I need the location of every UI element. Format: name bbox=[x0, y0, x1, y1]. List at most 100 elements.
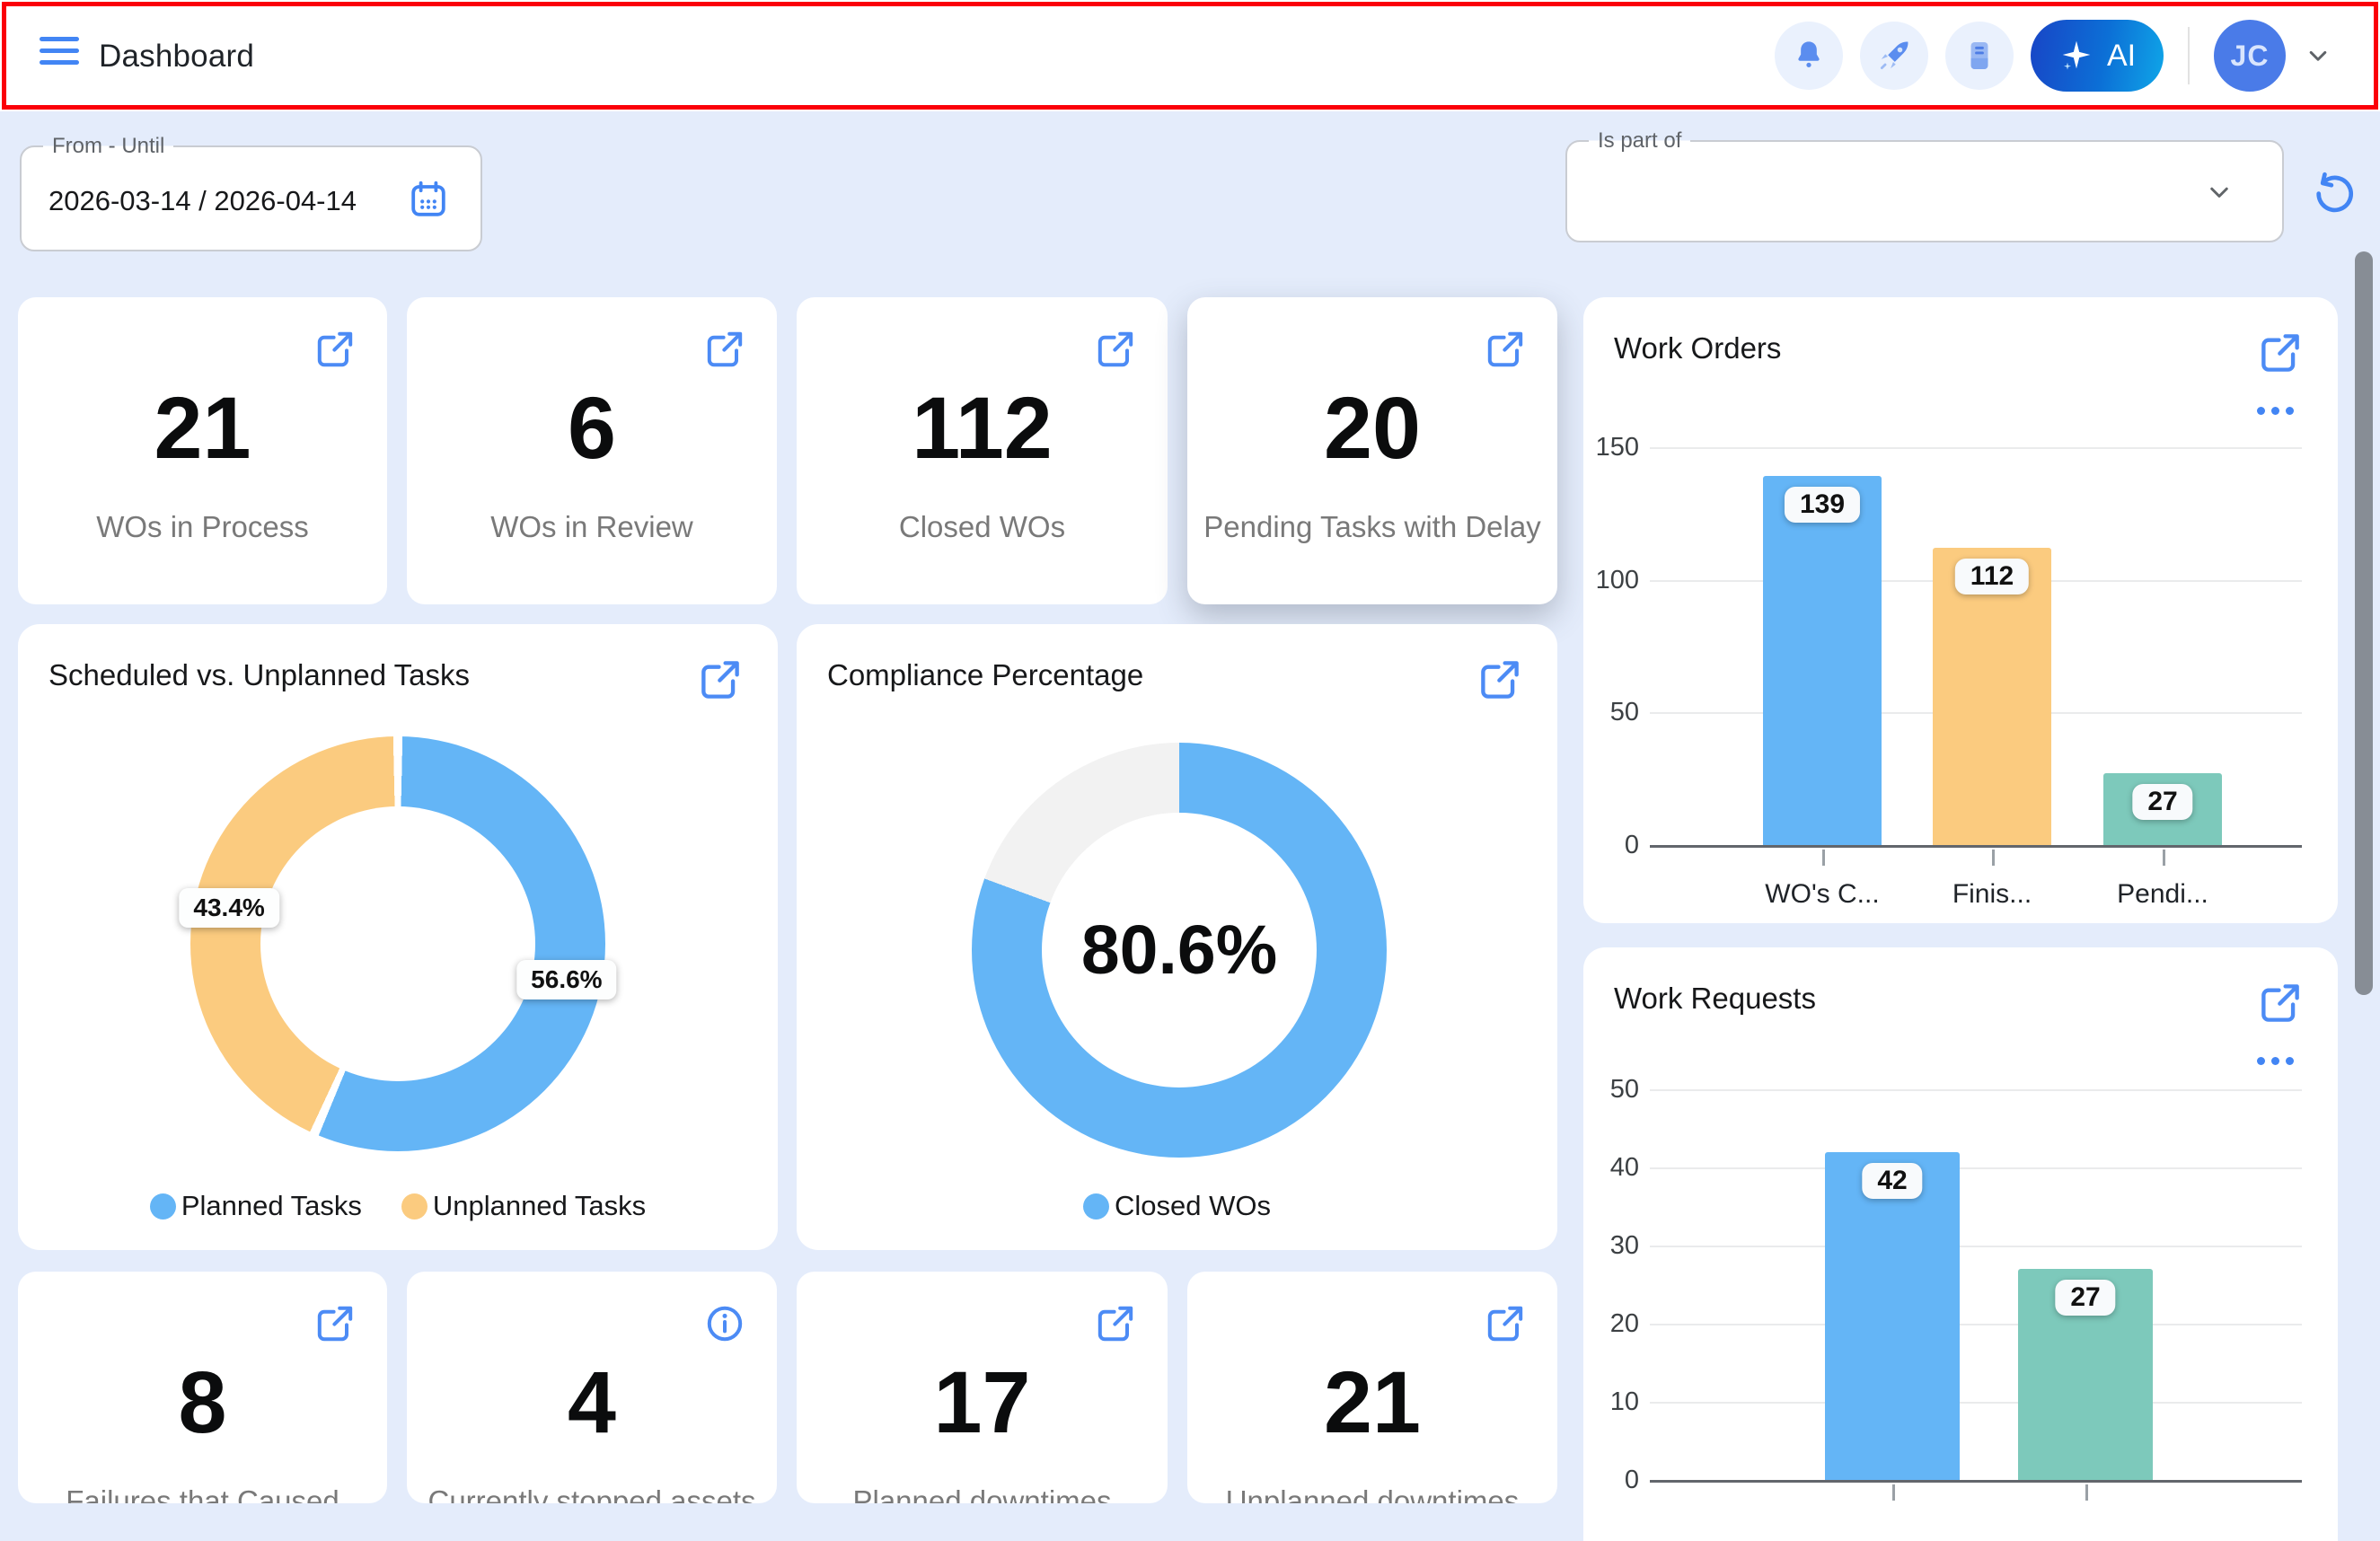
legend-label: Planned Tasks bbox=[181, 1190, 362, 1222]
gridline bbox=[1650, 1246, 2302, 1247]
avatar[interactable]: JC bbox=[2214, 20, 2286, 92]
avatar-chevron-down-icon[interactable] bbox=[2303, 40, 2333, 71]
rocket-icon bbox=[1875, 37, 1913, 75]
header-divider bbox=[2188, 27, 2190, 84]
knowledge-base-button[interactable] bbox=[1945, 22, 2014, 90]
chart-title: Scheduled vs. Unplanned Tasks bbox=[48, 658, 470, 692]
bar[interactable] bbox=[1763, 476, 1882, 845]
kpi-label: Currently stopped assets bbox=[407, 1484, 777, 1503]
calendar-icon[interactable] bbox=[407, 178, 450, 221]
gridline bbox=[1650, 1167, 2302, 1169]
external-link-icon[interactable] bbox=[1484, 1302, 1527, 1345]
gridline bbox=[1650, 447, 2302, 449]
menu-icon[interactable] bbox=[40, 37, 81, 75]
dashboard-page: Dashboard bbox=[0, 0, 2380, 1541]
chevron-down-icon bbox=[2203, 176, 2235, 208]
kpi-label: WOs in Review bbox=[407, 510, 777, 544]
y-axis-tick-label: 50 bbox=[1583, 698, 1639, 726]
compliance-percentage-card: Compliance Percentage 80.6% Closed WOs bbox=[797, 624, 1557, 1250]
bar[interactable] bbox=[1825, 1152, 1960, 1480]
bar-value-badge: 139 bbox=[1785, 487, 1860, 523]
work-orders-card: Work Orders 050100150139WO's C...112Fini… bbox=[1583, 297, 2338, 923]
gridline bbox=[1650, 1324, 2302, 1325]
date-range-label: From - Until bbox=[43, 133, 173, 160]
external-link-icon[interactable] bbox=[1484, 328, 1527, 371]
gridline bbox=[1650, 1402, 2302, 1404]
y-axis-tick-label: 30 bbox=[1583, 1231, 1639, 1260]
external-link-icon[interactable] bbox=[697, 656, 744, 703]
top-bar: Dashboard bbox=[0, 0, 2380, 111]
x-axis-category-label: Finis... bbox=[1952, 879, 2032, 910]
y-axis-tick-label: 100 bbox=[1583, 566, 1639, 594]
external-link-icon[interactable] bbox=[1094, 328, 1137, 371]
kpi-card: 4 Currently stopped assets bbox=[407, 1272, 777, 1503]
bar-value-badge: 42 bbox=[1862, 1163, 1922, 1199]
work-requests-card: Work Requests 010203040504227 bbox=[1583, 947, 2338, 1541]
notifications-button[interactable] bbox=[1775, 22, 1843, 90]
work-requests-chart: 010203040504227 bbox=[1583, 947, 2338, 1541]
external-link-icon[interactable] bbox=[313, 1302, 357, 1345]
kpi-value: 4 bbox=[407, 1352, 777, 1453]
page-title: Dashboard bbox=[99, 39, 254, 75]
kpi-value: 21 bbox=[1187, 1352, 1557, 1453]
kpi-card: 21 Unplanned downtimes bbox=[1187, 1272, 1557, 1503]
chart-title: Compliance Percentage bbox=[827, 658, 1143, 692]
legend-item[interactable]: Unplanned Tasks bbox=[401, 1190, 646, 1222]
kpi-value: 8 bbox=[18, 1352, 387, 1453]
bar-value-badge: 112 bbox=[1955, 559, 2029, 594]
kpi-card: 6 WOs in Review bbox=[407, 297, 777, 604]
sparkle-ai-icon bbox=[2058, 38, 2094, 74]
bell-icon bbox=[1790, 37, 1828, 75]
kpi-label: Unplanned downtimes bbox=[1187, 1484, 1557, 1503]
is-part-of-select[interactable]: Is part of bbox=[1565, 140, 2284, 242]
legend-dot bbox=[150, 1193, 176, 1220]
y-axis-tick-label: 10 bbox=[1583, 1387, 1639, 1416]
x-axis-category-label: Pendi... bbox=[2117, 879, 2208, 910]
kpi-value: 17 bbox=[797, 1352, 1168, 1453]
y-axis-tick-label: 40 bbox=[1583, 1153, 1639, 1182]
external-link-icon[interactable] bbox=[313, 328, 357, 371]
kpi-label: WOs in Process bbox=[18, 510, 387, 544]
compliance-center-value: 80.6% bbox=[972, 743, 1387, 1158]
kpi-card: 20 Pending Tasks with Delay bbox=[1187, 297, 1557, 604]
external-link-icon[interactable] bbox=[1476, 656, 1523, 703]
is-part-of-label: Is part of bbox=[1589, 128, 1690, 154]
external-link-icon[interactable] bbox=[1094, 1302, 1137, 1345]
launch-button[interactable] bbox=[1860, 22, 1928, 90]
ai-button-label: AI bbox=[2107, 39, 2136, 74]
chart-legend: Closed WOs bbox=[797, 1190, 1557, 1222]
kpi-label: Closed WOs bbox=[797, 510, 1168, 544]
docs-icon bbox=[1961, 37, 1998, 75]
bar-value-badge: 27 bbox=[2132, 784, 2192, 820]
kpi-card: 8Failures that Caused Damage bbox=[18, 1272, 387, 1503]
chart-legend: Planned Tasks Unplanned Tasks bbox=[18, 1190, 778, 1222]
kpi-label: Pending Tasks with Delay bbox=[1187, 510, 1557, 544]
scheduled-vs-unplanned-donut: 56.6%43.4% bbox=[190, 736, 605, 1151]
external-link-icon[interactable] bbox=[703, 328, 746, 371]
legend-item[interactable]: Planned Tasks bbox=[150, 1190, 362, 1222]
x-axis-line bbox=[1650, 845, 2302, 848]
y-axis-tick-label: 0 bbox=[1583, 831, 1639, 859]
x-axis-tick bbox=[1822, 850, 1825, 866]
kpi-value: 20 bbox=[1187, 378, 1557, 479]
x-axis-tick bbox=[2163, 850, 2165, 866]
legend-label: Unplanned Tasks bbox=[433, 1190, 646, 1222]
x-axis-tick bbox=[1992, 850, 1995, 866]
ai-assistant-button[interactable]: AI bbox=[2031, 20, 2164, 92]
kpi-value: 6 bbox=[407, 378, 777, 479]
donut-percentage-badge: 43.4% bbox=[179, 888, 278, 928]
scrollbar-thumb[interactable] bbox=[2355, 251, 2373, 995]
refresh-icon[interactable] bbox=[2308, 171, 2357, 219]
compliance-donut: 80.6% bbox=[972, 743, 1387, 1158]
legend-item[interactable]: Closed WOs bbox=[1083, 1190, 1271, 1222]
legend-dot bbox=[1083, 1193, 1109, 1220]
kpi-card: 17Planned downtimes bbox=[797, 1272, 1168, 1503]
bar-value-badge: 27 bbox=[2055, 1280, 2115, 1316]
x-axis-tick bbox=[2085, 1484, 2088, 1501]
date-range-field[interactable]: From - Until 2026-03-14 / 2026-04-14 bbox=[20, 145, 482, 251]
donut-ring bbox=[190, 736, 605, 1151]
legend-label: Closed WOs bbox=[1115, 1190, 1271, 1222]
work-orders-chart: 050100150139WO's C...112Finis...27Pendi.… bbox=[1583, 297, 2338, 923]
kpi-value: 21 bbox=[18, 378, 387, 479]
info-icon[interactable] bbox=[703, 1302, 746, 1345]
